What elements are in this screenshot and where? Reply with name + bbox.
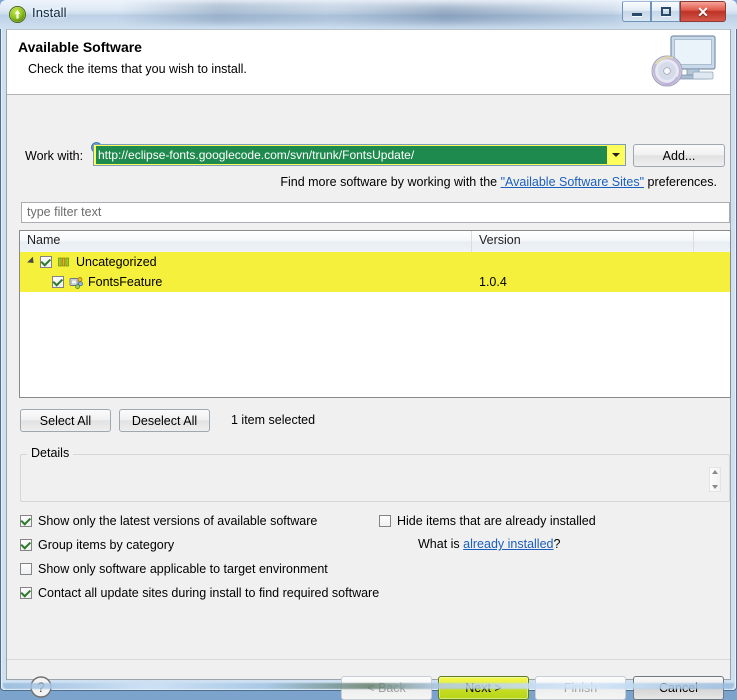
checkbox[interactable] [379, 515, 391, 527]
window-bottom-glow [3, 683, 734, 689]
option-applicable-to-target[interactable]: Show only software applicable to target … [20, 562, 328, 576]
eclipse-install-icon [9, 6, 26, 23]
title-bar[interactable]: Install ✕ [0, 0, 737, 29]
checkbox[interactable] [20, 539, 32, 551]
work-with-input[interactable]: http://eclipse-fonts.googlecode.com/svn/… [96, 146, 607, 164]
checkbox[interactable] [20, 563, 32, 575]
page-title: Available Software [18, 39, 142, 55]
option-contact-update-sites[interactable]: Contact all update sites during install … [20, 586, 379, 600]
row-version: 1.0.4 [479, 275, 507, 289]
window-title: Install [32, 5, 67, 20]
column-header-extra[interactable] [694, 231, 730, 252]
details-group [20, 454, 730, 502]
find-more-software-hint: Find more software by working with the "… [280, 175, 717, 189]
title-bar-backdrop-blur-2 [330, 4, 620, 24]
dialog-client-area: Available Software Check the items that … [6, 29, 731, 700]
option-show-latest-versions[interactable]: Show only the latest versions of availab… [20, 514, 317, 528]
row-name: FontsFeature [88, 275, 163, 289]
table-row[interactable]: Uncategorized [20, 252, 730, 272]
checkbox[interactable] [20, 515, 32, 527]
page-subtitle: Check the items that you wish to install… [28, 62, 247, 76]
option-group-by-category[interactable]: Group items by category [20, 538, 174, 552]
already-installed-link[interactable]: already installed [463, 537, 553, 551]
whatis-prefix: What is [418, 537, 464, 551]
category-icon [58, 257, 69, 267]
what-is-already-installed: What is already installed? [418, 537, 560, 551]
work-with-combo[interactable]: http://eclipse-fonts.googlecode.com/svn/… [93, 144, 626, 166]
column-header-name[interactable]: Name [20, 231, 472, 252]
hint-suffix: preferences. [644, 175, 718, 189]
tree-column-headers: Name Version [20, 231, 730, 253]
details-scrollbar[interactable] [709, 467, 721, 492]
available-software-tree[interactable]: Name Version Uncategorized FontsFeature … [19, 230, 731, 398]
monitor-disc-icon [651, 35, 716, 87]
table-row[interactable]: FontsFeature 1.0.4 [20, 272, 730, 292]
option-label: Show only the latest versions of availab… [38, 514, 318, 528]
option-label: Group items by category [38, 538, 175, 552]
expand-collapse-twisty-icon[interactable] [27, 256, 37, 266]
option-label: Show only software applicable to target … [38, 562, 328, 576]
row-name: Uncategorized [76, 255, 157, 269]
button-bar-separator [7, 659, 730, 660]
close-icon: ✕ [697, 3, 709, 20]
minimize-button[interactable] [622, 1, 651, 22]
row-checkbox[interactable] [40, 256, 52, 268]
feature-icon [69, 277, 83, 289]
select-all-button[interactable]: Select All [20, 409, 111, 432]
scroll-down-icon[interactable] [712, 485, 718, 489]
minimize-icon [631, 13, 642, 16]
details-label: Details [27, 446, 74, 460]
selection-count-label: 1 item selected [231, 413, 316, 427]
option-label: Hide items that are already installed [397, 514, 596, 528]
close-button[interactable]: ✕ [680, 1, 726, 22]
option-hide-installed[interactable]: Hide items that are already installed [379, 514, 596, 528]
option-label: Contact all update sites during install … [38, 586, 380, 600]
available-software-sites-link[interactable]: "Available Software Sites" [501, 175, 644, 189]
checkbox[interactable] [20, 587, 32, 599]
whatis-suffix: ? [553, 537, 561, 551]
maximize-button[interactable] [651, 1, 680, 22]
maximize-icon [660, 7, 671, 16]
row-checkbox[interactable] [52, 276, 64, 288]
chevron-down-icon [612, 153, 620, 157]
work-with-label: Work with: [25, 149, 84, 163]
tree-rows: Uncategorized FontsFeature 1.0.4 [20, 252, 730, 397]
hint-prefix: Find more software by working with the [280, 175, 501, 189]
add-site-button[interactable]: Add... [633, 144, 725, 167]
wizard-banner: Available Software Check the items that … [7, 30, 730, 95]
filter-input[interactable]: type filter text [21, 202, 730, 223]
scroll-up-icon[interactable] [712, 470, 718, 474]
work-with-dropdown-button[interactable] [607, 145, 625, 165]
install-dialog-window: Install ✕ Available Software Check the i… [0, 0, 737, 700]
column-header-version[interactable]: Version [472, 231, 694, 252]
deselect-all-button[interactable]: Deselect All [119, 409, 210, 432]
